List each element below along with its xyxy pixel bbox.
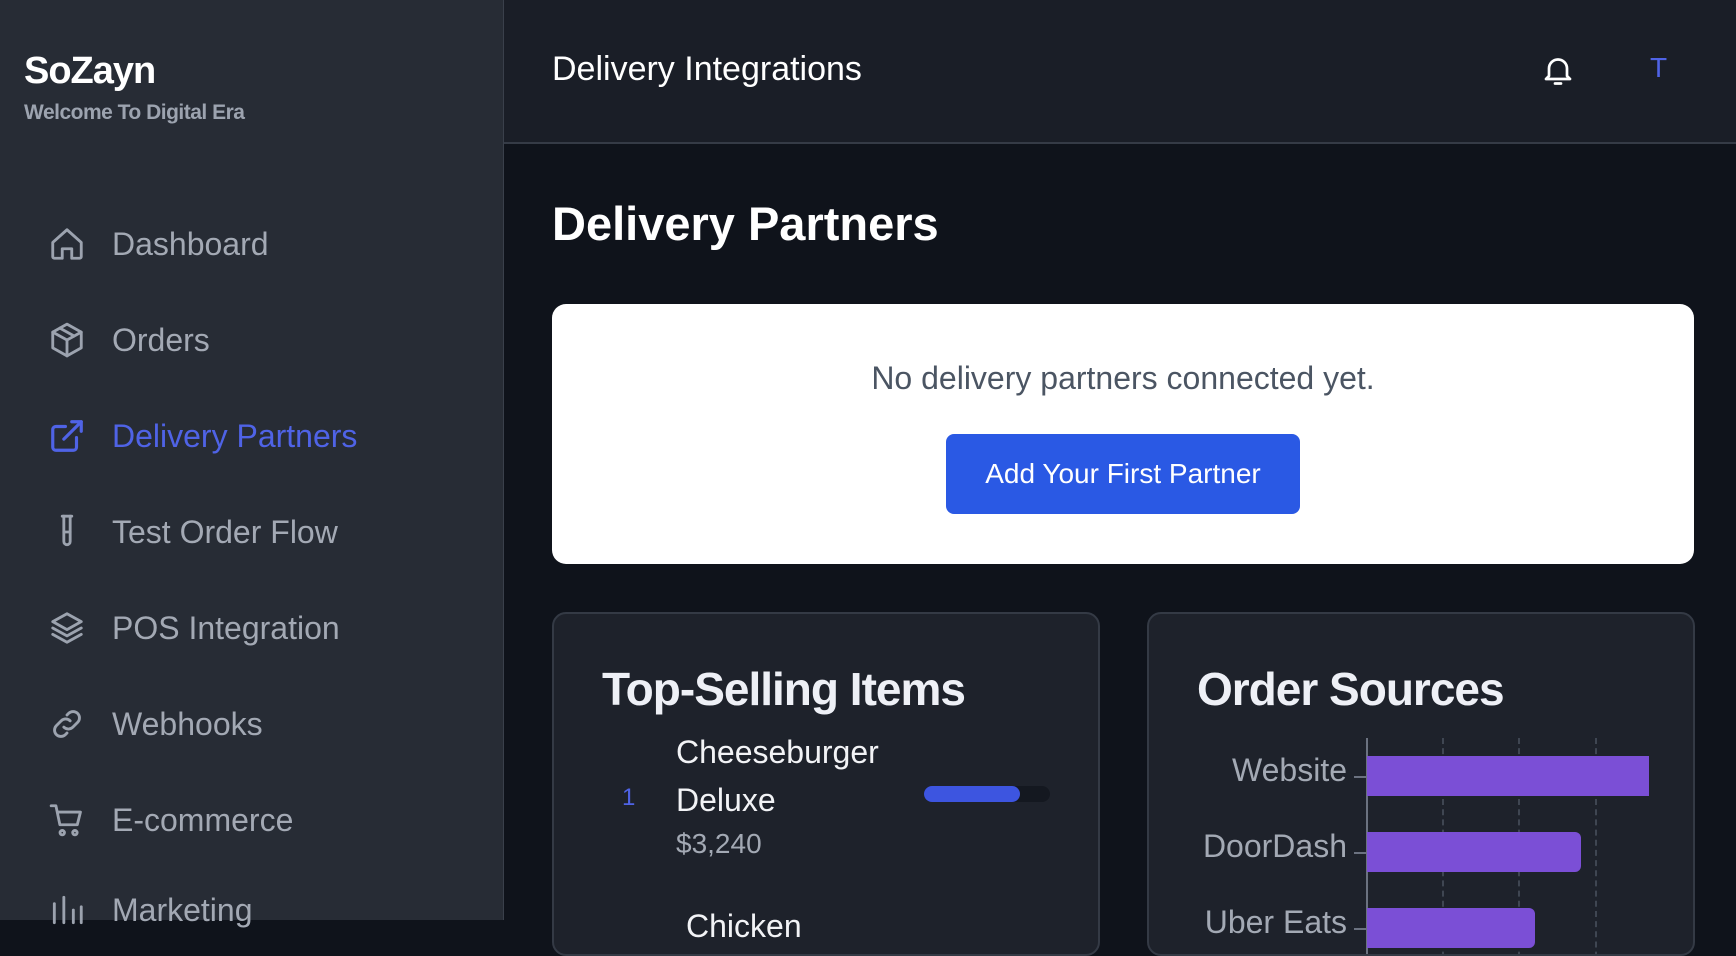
sidebar: SoZayn Welcome To Digital Era Dashboard …: [0, 0, 504, 928]
notification-bell-icon[interactable]: [1540, 52, 1576, 88]
sidebar-item-label: Marketing: [112, 891, 253, 928]
test-tube-icon: [48, 513, 86, 551]
empty-state-message: No delivery partners connected yet.: [871, 360, 1375, 396]
source-bar: [1367, 756, 1649, 796]
sidebar-item-delivery-partners[interactable]: Delivery Partners: [48, 406, 478, 466]
sidebar-item-label: POS Integration: [112, 609, 340, 646]
sidebar-item-label: Delivery Partners: [112, 417, 358, 454]
sidebar-item-label: E-commerce: [112, 801, 294, 838]
item-share-bar: [924, 786, 1050, 802]
avatar[interactable]: T: [1650, 52, 1667, 84]
sidebar-item-pos-integration[interactable]: POS Integration: [48, 598, 478, 658]
link-icon: [48, 705, 86, 743]
order-sources-chart: Website DoorDash Uber Eats: [1189, 614, 1649, 954]
sidebar-item-label: Orders: [112, 321, 210, 358]
source-bar: [1367, 832, 1581, 872]
axis-tick: [1354, 852, 1366, 854]
home-icon: [48, 225, 86, 263]
sidebar-item-label: Dashboard: [112, 225, 269, 262]
source-label: Website: [1231, 752, 1347, 788]
panel-title: Top-Selling Items: [602, 663, 966, 715]
sidebar-item-webhooks[interactable]: Webhooks: [48, 694, 478, 754]
top-bar: Delivery Integrations T: [504, 0, 1736, 144]
source-label: DoorDash: [1202, 828, 1347, 864]
brand-tagline: Welcome To Digital Era: [24, 101, 245, 124]
item-name: Cheeseburger Deluxe: [676, 734, 879, 818]
source-label: Uber Eats: [1204, 904, 1347, 940]
empty-state-card: No delivery partners connected yet. Add …: [552, 304, 1694, 564]
item-name: Chicken: [686, 908, 802, 944]
sidebar-item-test-order-flow[interactable]: Test Order Flow: [48, 502, 478, 562]
axis-tick: [1354, 928, 1366, 930]
layers-icon: [48, 609, 86, 647]
sidebar-item-orders[interactable]: Orders: [48, 310, 478, 370]
brand-name: SoZayn: [24, 50, 156, 92]
sidebar-item-dashboard[interactable]: Dashboard: [48, 214, 478, 274]
source-bar: [1367, 908, 1535, 948]
sidebar-item-marketing[interactable]: Marketing: [48, 880, 478, 940]
sidebar-item-label: Test Order Flow: [112, 513, 338, 550]
sidebar-item-label: Webhooks: [112, 705, 263, 742]
order-sources-panel: Order Sources Website DoorDash Uber Eats: [1147, 612, 1695, 956]
item-share-fill: [924, 786, 1020, 802]
cart-icon: [48, 801, 86, 839]
sidebar-item-e-commerce[interactable]: E-commerce: [48, 790, 478, 850]
item-price: $3,240: [676, 828, 762, 859]
header-title: Delivery Integrations: [552, 50, 862, 88]
top-selling-items-panel: Top-Selling Items 1 Cheeseburger Deluxe …: [552, 612, 1100, 956]
item-rank: 1: [622, 784, 636, 811]
add-first-partner-button[interactable]: Add Your First Partner: [946, 434, 1300, 514]
axis-tick: [1354, 776, 1366, 778]
bar-chart-icon: [48, 891, 86, 929]
external-link-icon: [48, 417, 86, 455]
package-icon: [48, 321, 86, 359]
page-title: Delivery Partners: [552, 197, 939, 250]
